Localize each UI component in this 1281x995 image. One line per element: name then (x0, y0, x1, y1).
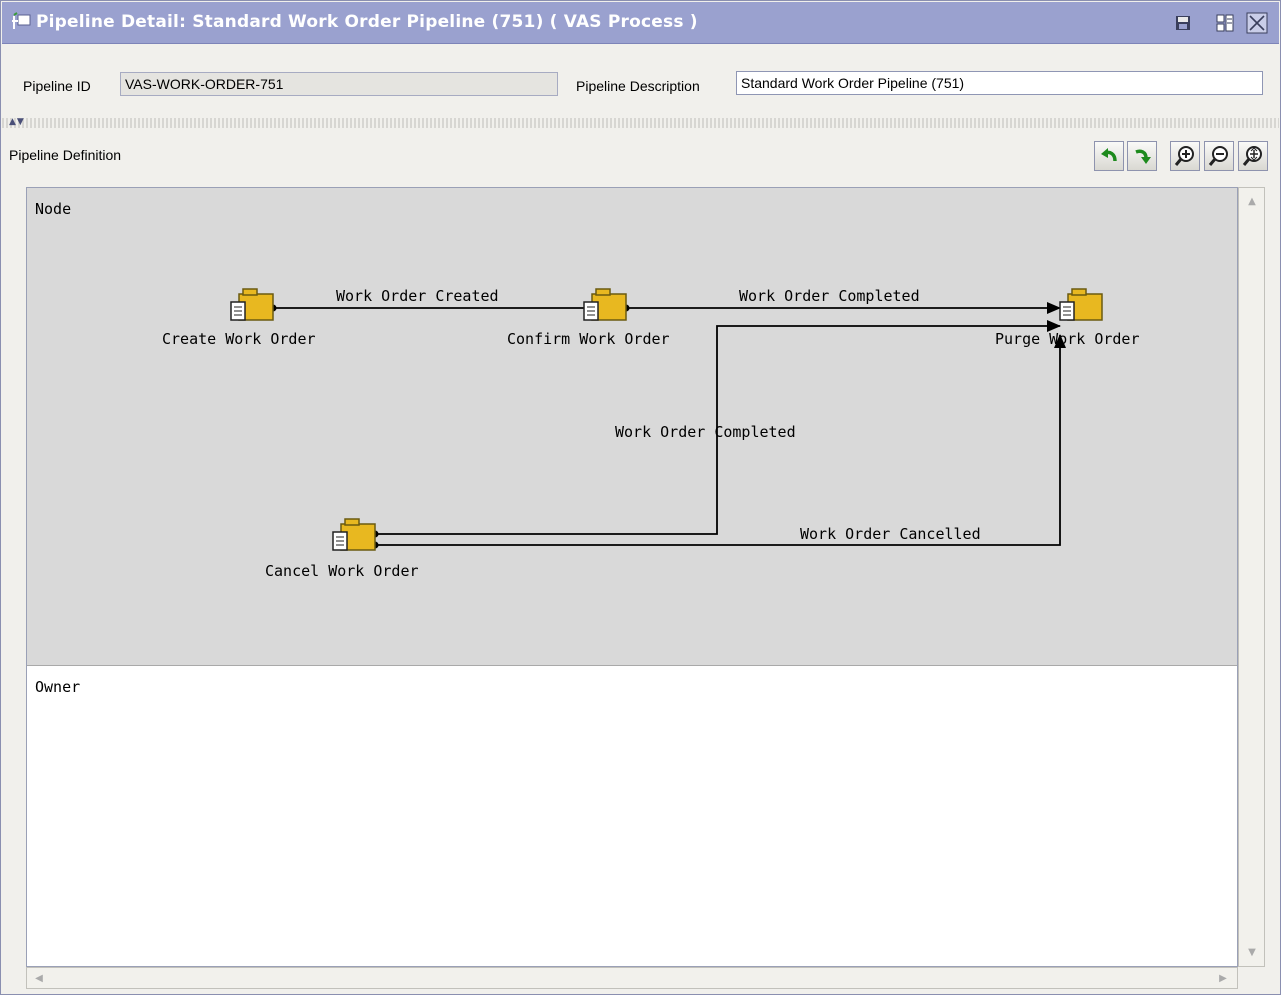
pipeline-canvas[interactable]: Node Owner Work Order Created Work Order… (26, 187, 1238, 967)
zoom-fit-icon (1242, 146, 1262, 166)
vertical-scrollbar[interactable]: ▲ ▼ (1238, 187, 1265, 967)
zoom-in-button[interactable] (1170, 141, 1200, 171)
transition-created[interactable]: Work Order Created (269, 287, 598, 314)
node-confirm-work-order[interactable]: Confirm Work Order (507, 288, 670, 348)
transition-cancelled-label: Work Order Cancelled (800, 525, 981, 543)
scroll-left-icon[interactable]: ◀ (29, 968, 49, 988)
undo-icon (1101, 148, 1117, 162)
transition-completed-mid[interactable]: Work Order Completed (371, 320, 1061, 538)
zoom-out-icon (1208, 146, 1228, 166)
folder-document-icon (1059, 288, 1103, 321)
close-icon (1246, 12, 1268, 34)
node-confirm-label: Confirm Work Order (507, 330, 670, 348)
node-cancel-label: Cancel Work Order (265, 562, 419, 580)
collapse-splitter[interactable]: ▲▼ (2, 117, 1279, 128)
save-icon (1176, 16, 1190, 30)
folder-document-icon (332, 518, 376, 551)
redo-icon (1135, 149, 1151, 164)
horizontal-scrollbar[interactable]: ◀ ▶ (26, 967, 1238, 989)
transition-created-label: Work Order Created (336, 287, 499, 305)
transition-completed-top[interactable]: Work Order Completed (622, 287, 1061, 314)
save-button[interactable] (1171, 11, 1195, 35)
redo-button[interactable] (1127, 141, 1157, 171)
transition-completed-mid-label: Work Order Completed (615, 423, 796, 441)
node-purge-label: Purge Work Order (995, 330, 1140, 348)
node-create-work-order[interactable]: Create Work Order (162, 288, 316, 348)
transition-completed-top-label: Work Order Completed (739, 287, 920, 305)
scroll-down-icon[interactable]: ▼ (1242, 942, 1262, 962)
pipeline-description-label: Pipeline Description (576, 78, 700, 94)
window-title: Pipeline Detail: Standard Work Order Pip… (36, 12, 698, 32)
zoom-fit-button[interactable] (1238, 141, 1268, 171)
pipeline-diagram: Work Order Created Work Order Completed … (162, 287, 1140, 580)
zoom-out-button[interactable] (1204, 141, 1234, 171)
node-cancel-work-order[interactable]: Cancel Work Order (265, 518, 419, 580)
undo-button[interactable] (1094, 141, 1124, 171)
pipeline-id-label: Pipeline ID (23, 78, 91, 94)
node-create-label: Create Work Order (162, 330, 316, 348)
close-button[interactable] (1245, 11, 1269, 35)
pipeline-definition-header: Pipeline Definition (9, 147, 122, 163)
scroll-right-icon[interactable]: ▶ (1213, 968, 1233, 988)
pipeline-id-field[interactable]: VAS-WORK-ORDER-751 (120, 72, 558, 96)
pipeline-description-field[interactable]: Standard Work Order Pipeline (751) (736, 71, 1263, 95)
folder-document-icon (230, 288, 274, 321)
folder-document-icon (583, 288, 627, 321)
scroll-up-icon[interactable]: ▲ (1242, 191, 1262, 211)
transition-cancelled[interactable]: Work Order Cancelled (371, 334, 1066, 549)
pipeline-icon (12, 12, 31, 29)
zoom-in-icon (1174, 146, 1194, 166)
pipeline-header-fields: Pipeline ID VAS-WORK-ORDER-751 Pipeline … (2, 44, 1279, 116)
collapse-arrows-icon[interactable]: ▲▼ (9, 117, 25, 127)
pipeline-detail-window: Pipeline Detail: Standard Work Order Pip… (0, 0, 1281, 995)
title-bar: Pipeline Detail: Standard Work Order Pip… (2, 2, 1279, 44)
layout-icon (1216, 14, 1234, 32)
layout-button[interactable] (1213, 11, 1237, 35)
node-purge-work-order[interactable]: Purge Work Order (995, 288, 1140, 348)
